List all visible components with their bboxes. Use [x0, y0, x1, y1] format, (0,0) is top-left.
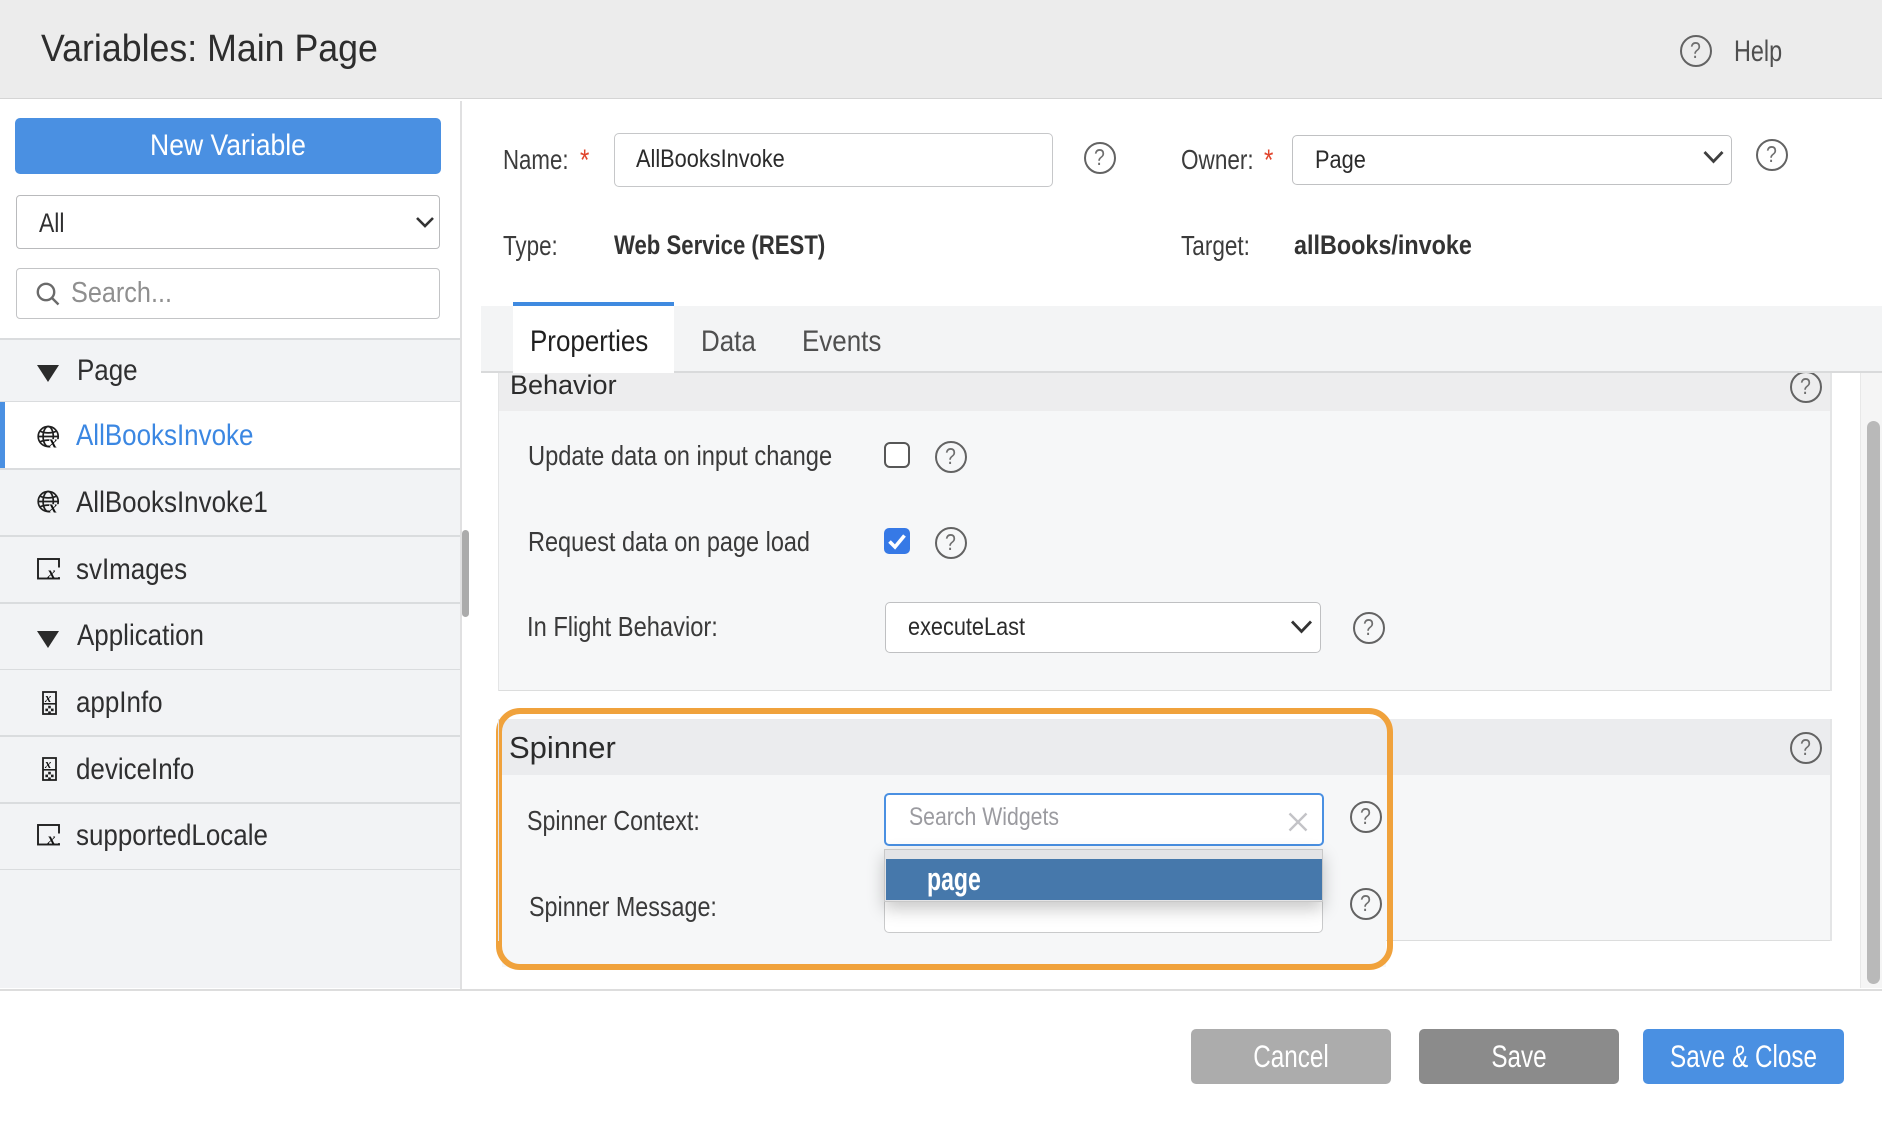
svg-text:?: ?: [1766, 141, 1777, 167]
svg-text:x: x: [46, 565, 55, 581]
svg-text:x: x: [47, 498, 57, 514]
svg-text:?: ?: [1799, 373, 1810, 399]
svg-text:?: ?: [1689, 37, 1700, 63]
svg-text:?: ?: [1362, 614, 1373, 640]
svg-text:?: ?: [1094, 144, 1105, 170]
svg-text:x: x: [44, 691, 51, 705]
svg-text:x: x: [46, 831, 55, 847]
svg-text:x: x: [47, 433, 57, 449]
svg-text:?: ?: [945, 443, 956, 469]
svg-text:x: x: [44, 757, 51, 771]
svg-text:?: ?: [945, 529, 956, 555]
svg-text:?: ?: [1799, 734, 1810, 760]
